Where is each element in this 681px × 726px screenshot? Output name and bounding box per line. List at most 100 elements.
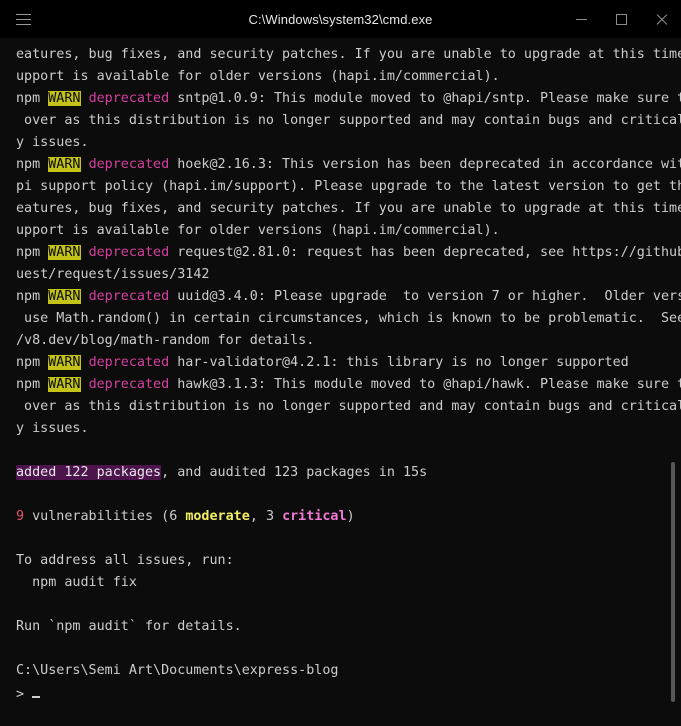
terminal-line-text: Run `npm audit` for details.	[16, 619, 242, 634]
vulnerability-count: 9	[16, 509, 25, 524]
terminal-line: npm WARN deprecated request@2.81.0: requ…	[16, 242, 681, 264]
terminal-line: /v8.dev/blog/math-random for details.	[16, 330, 681, 352]
npm-token: npm	[16, 355, 49, 370]
terminal-line-text: har-validator@4.2.1: this library is no …	[169, 355, 629, 370]
scrollbar-thumb[interactable]	[671, 462, 675, 702]
terminal-line: 9 vulnerabilities (6 moderate, 3 critica…	[16, 509, 355, 524]
terminal-line	[16, 594, 681, 616]
hamburger-icon	[15, 13, 31, 25]
npm-token: npm	[16, 289, 49, 304]
minimize-icon	[575, 18, 587, 20]
terminal-line: over as this distribution is no longer s…	[16, 110, 681, 132]
maximize-button[interactable]	[601, 0, 641, 38]
terminal-line-text: request@2.81.0: request has been depreca…	[177, 245, 681, 260]
terminal-line	[16, 638, 681, 660]
deprecated-token: deprecated	[88, 355, 170, 370]
warn-badge: WARN	[48, 91, 81, 106]
system-menu-button[interactable]	[0, 0, 46, 38]
close-button[interactable]	[641, 0, 681, 38]
terminal-line-text: To address all issues, run:	[16, 553, 234, 568]
terminal-line: uest/request/issues/3142	[16, 264, 681, 286]
terminal-line-text: npm audit fix	[16, 575, 137, 590]
terminal-line: added 122 packages, and audited 123 pack…	[16, 462, 681, 484]
moderate-count: 6	[169, 509, 186, 524]
warn-badge: WARN	[48, 355, 81, 370]
warn-badge: WARN	[48, 377, 81, 392]
deprecated-token: deprecated	[88, 157, 170, 172]
terminal-line	[16, 484, 681, 506]
deprecated-token: deprecated	[88, 245, 170, 260]
terminal-line: npm WARN deprecated hawk@3.1.3: This mod…	[16, 374, 681, 396]
terminal-line-text	[16, 597, 24, 612]
terminal-line: To address all issues, run:	[16, 550, 681, 572]
terminal-line: C:\Users\Semi Art\Documents\express-blog	[16, 660, 681, 682]
terminal-line-text: eatures, bug fixes, and security patches…	[16, 201, 681, 216]
hamburger-line	[15, 23, 31, 25]
terminal-line-text	[16, 443, 24, 458]
maximize-icon	[615, 13, 627, 25]
terminal-line: >	[16, 682, 681, 704]
terminal-line-text: y issues.	[16, 421, 89, 436]
terminal-line-text: uest/request/issues/3142	[16, 267, 210, 282]
critical-severity: critical	[282, 509, 347, 524]
scrollbar-track[interactable]	[665, 38, 681, 726]
hamburger-line	[15, 18, 31, 20]
terminal-line: npm WARN deprecated sntp@1.0.9: This mod…	[16, 88, 681, 110]
terminal-line: npm WARN deprecated uuid@3.4.0: Please u…	[16, 286, 681, 308]
terminal-line-text: hoek@2.16.3: This version has been depre…	[177, 157, 681, 172]
terminal-line: npm WARN deprecated hoek@2.16.3: This ve…	[16, 154, 681, 176]
npm-token: npm	[16, 91, 49, 106]
terminal-line-text: pi support policy (hapi.im/support). Ple…	[16, 179, 681, 194]
terminal-line-text	[16, 531, 24, 546]
terminal-line: y issues.	[16, 418, 681, 440]
terminal-line-text: use Math.random() in certain circumstanc…	[16, 311, 681, 326]
terminal-line: y issues.	[16, 132, 681, 154]
terminal-line-text: upport is available for older versions (…	[16, 69, 500, 84]
warn-badge: WARN	[48, 289, 81, 304]
terminal-line-text: y issues.	[16, 135, 89, 150]
terminal-line: pi support policy (hapi.im/support). Ple…	[16, 176, 681, 198]
text-cursor	[32, 682, 41, 698]
command-prompt-symbol: >	[16, 687, 33, 702]
minimize-button[interactable]	[561, 0, 601, 38]
warn-badge: WARN	[48, 245, 81, 260]
cmd-window: C:\Windows\system32\cmd.exe eatures, bug…	[0, 0, 681, 726]
terminal-line-text: /v8.dev/blog/math-random for details.	[16, 333, 315, 348]
terminal-line: upport is available for older versions (…	[16, 220, 681, 242]
console-output-area[interactable]: eatures, bug fixes, and security patches…	[0, 38, 681, 726]
added-packages-highlight: added 122 packages	[16, 465, 162, 480]
terminal-line: eatures, bug fixes, and security patches…	[16, 44, 681, 66]
terminal-line: npm WARN deprecated har-validator@4.2.1:…	[16, 352, 681, 374]
terminal-line-text: upport is available for older versions (…	[16, 223, 500, 238]
terminal-line-text	[16, 641, 24, 656]
npm-token: npm	[16, 377, 49, 392]
terminal-line: eatures, bug fixes, and security patches…	[16, 198, 681, 220]
deprecated-token: deprecated	[88, 91, 170, 106]
terminal-line	[16, 528, 681, 550]
terminal-line-text	[16, 487, 24, 502]
warn-badge: WARN	[48, 157, 81, 172]
npm-token: npm	[16, 245, 49, 260]
terminal-line: use Math.random() in certain circumstanc…	[16, 308, 681, 330]
close-icon	[655, 13, 668, 26]
deprecated-token: deprecated	[88, 289, 170, 304]
terminal-line-text: eatures, bug fixes, and security patches…	[16, 47, 681, 62]
audit-summary-text: , and audited 123 packages in 15s	[161, 465, 428, 480]
moderate-severity: moderate	[185, 509, 250, 524]
critical-count: 3	[265, 509, 283, 524]
terminal-line: over as this distribution is no longer s…	[16, 396, 681, 418]
terminal-line-text: uuid@3.4.0: Please upgrade to version 7 …	[177, 289, 681, 304]
deprecated-token: deprecated	[88, 377, 170, 392]
terminal-line-text: C:\Users\Semi Art\Documents\express-blog	[16, 663, 339, 678]
terminal-line	[16, 440, 681, 462]
hamburger-line	[15, 13, 31, 15]
title-bar[interactable]: C:\Windows\system32\cmd.exe	[0, 0, 681, 38]
terminal-line-text: over as this distribution is no longer s…	[16, 399, 681, 414]
terminal-line-text: hawk@3.1.3: This module moved to @hapi/h…	[177, 377, 681, 392]
terminal-line: Run `npm audit` for details.	[16, 616, 681, 638]
window-controls	[561, 0, 681, 38]
terminal-line: upport is available for older versions (…	[16, 66, 681, 88]
npm-token: npm	[16, 157, 49, 172]
terminal-line: npm audit fix	[16, 572, 681, 594]
terminal-line-text: over as this distribution is no longer s…	[16, 113, 681, 128]
